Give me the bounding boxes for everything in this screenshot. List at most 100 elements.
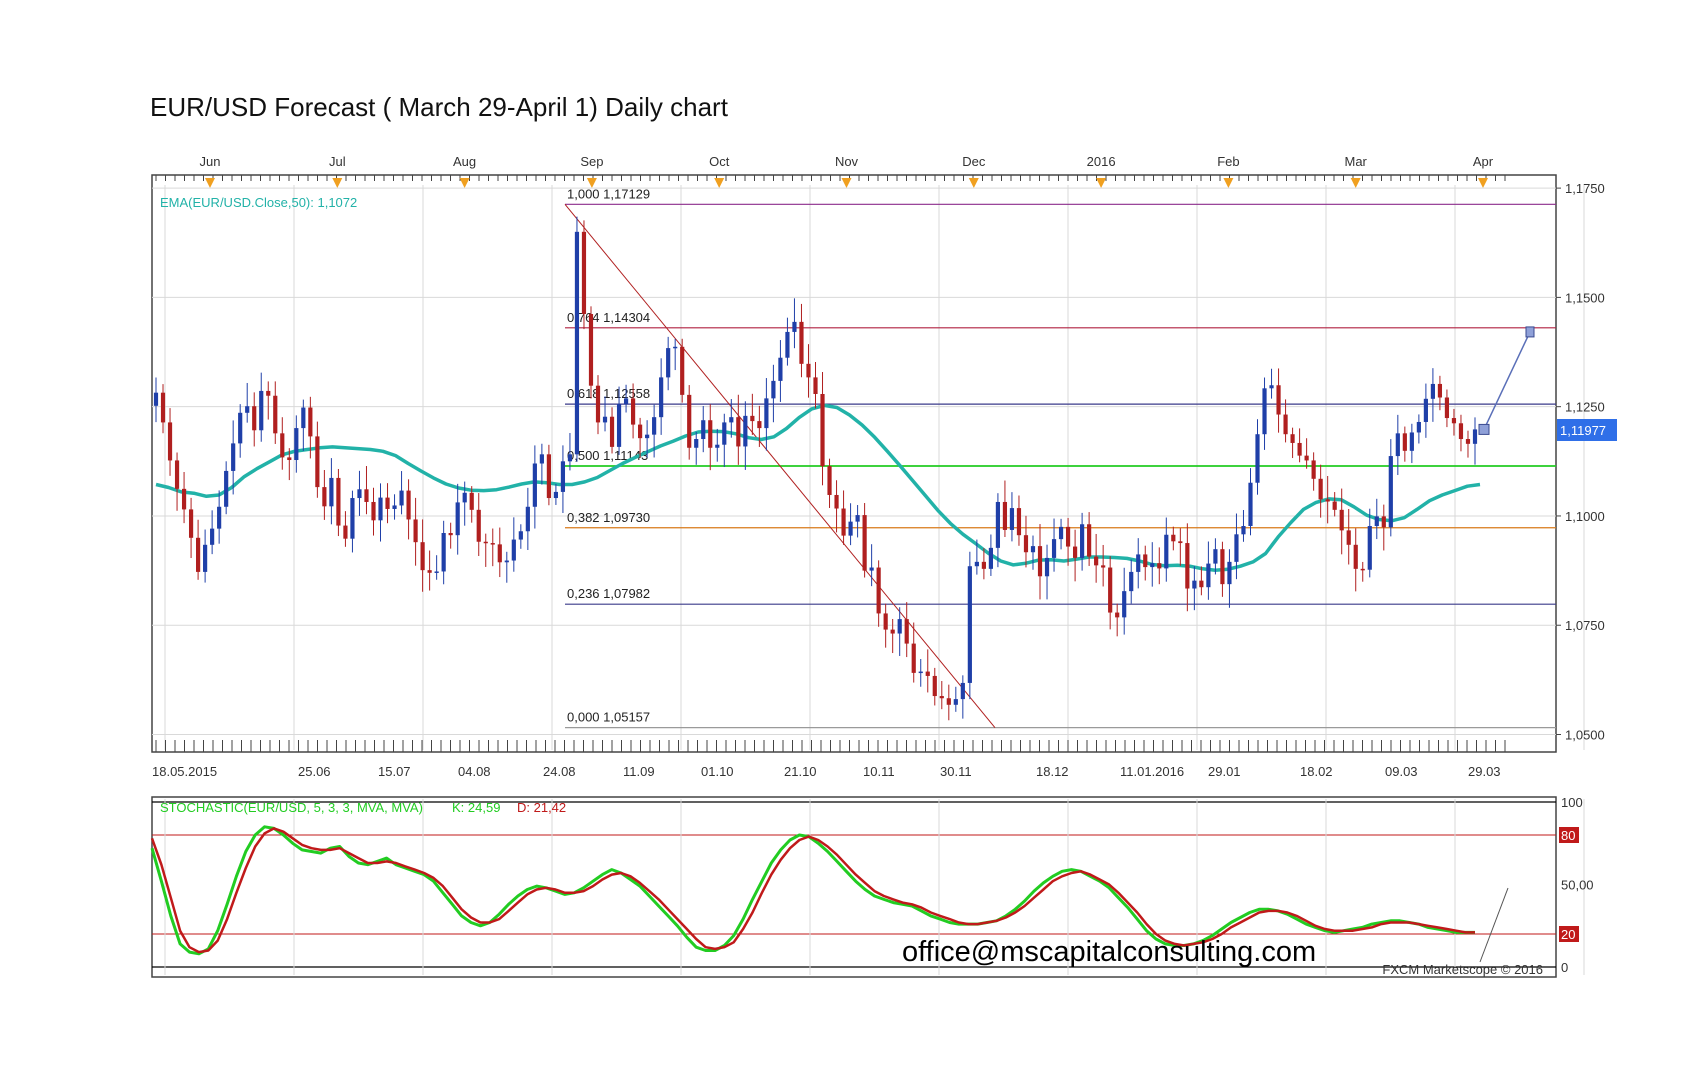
month-label: Jul [329,154,346,169]
price-tick-label: 1,1250 [1565,400,1605,415]
candle-body-up [1213,549,1218,564]
price-axis: 1,1750 1,1500 1,1250 1,1000 1,0750 1,0500 [1556,181,1605,743]
date-tick-label: 04.08 [458,764,491,779]
candle-body-up [918,671,923,674]
candle-body-up [350,498,355,539]
month-label: 2016 [1087,154,1116,169]
month-marker-triangle [1096,178,1107,188]
candle-body-up [1150,563,1155,568]
candle-body-up [1262,388,1267,435]
candle-body-up [645,434,650,439]
candle-body-down [469,492,474,510]
candle-body-down [1346,530,1351,545]
candle-body-down [1115,612,1120,618]
chart-canvas: Jun Jul Aug Sep Oct Nov Dec 2016 Feb Mar Apr 1,000… [150,154,1617,978]
date-tick-label: 15.07 [378,764,411,779]
candle-body-up [392,505,397,509]
forecast-end-marker [1525,326,1535,338]
candle-body-down [862,515,867,571]
ema-line [155,403,1481,572]
candle-body-down [1339,509,1344,531]
candle-body-up [532,463,537,507]
candle-body-up [1206,563,1211,588]
candle-body-up [294,428,299,461]
stoch-tick-label: 100 [1561,795,1583,810]
candle-body-up [231,443,236,471]
candle-body-up [771,380,776,399]
candle-body-down [638,424,643,439]
candle-body-up [652,417,657,435]
candle-body-up [217,506,222,529]
candle-body-down [371,501,376,521]
candle-body-down [630,398,636,425]
ema-line-group [155,403,1481,572]
candle-body-down [476,509,481,542]
candle-body-down [708,420,713,448]
candle-body-up [1192,580,1197,589]
candle-body-down [595,385,601,423]
fib-level-label: 0,382 1,09730 [567,510,650,525]
candle-body-down [266,390,271,396]
candle-body-up [455,502,460,536]
candle-body-down [841,508,846,536]
candle-body-up [1122,591,1127,618]
date-tick-label: 25.06 [298,764,331,779]
month-label: Aug [453,154,476,169]
candle-body-down [876,567,881,614]
candle-body-up [1241,526,1246,535]
candle-body-down [1444,397,1450,419]
candle-body-down [946,698,951,705]
candle-body-up [967,566,972,683]
candle-body-down [813,377,818,394]
candle-body-up [1395,433,1400,457]
candle-body-up [659,377,664,418]
month-marker-triangle [332,178,343,188]
price-tick-label: 1,0500 [1565,728,1605,743]
candle-body-up [210,528,215,545]
month-marker-triangle [714,178,725,188]
month-label: Jun [200,154,221,169]
candle-body-down [546,454,551,499]
candle-body-down [609,416,615,447]
candle-body-down [1290,434,1295,443]
candle-body-up [1044,557,1050,577]
candle-body-up [1227,561,1232,585]
month-marker-triangle [205,178,215,188]
candle-body-down [160,392,166,423]
candle-body-up [1416,421,1421,433]
candle-body-down [181,488,187,510]
month-label: Feb [1217,154,1239,169]
candle-body-up [259,390,264,431]
month-marker-triangle [1350,178,1361,188]
candle-body-down [364,489,369,502]
candle-body-down [343,525,348,539]
candle-body-up [778,357,783,381]
candle-body-up [666,348,671,378]
candle-body-up [399,490,404,506]
candle-body-up [953,699,958,705]
candle-body-down [287,457,292,461]
candle-body-down [1037,546,1043,577]
candle-body-up [1136,554,1141,572]
copyright-label: FXCM Marketscope © 2016 [1382,962,1543,977]
candle-body-down [1297,442,1302,456]
candle-body-down [827,466,832,495]
candle-body-down [483,541,488,544]
stochastic-d-label: D: 21,42 [517,800,566,815]
month-marker-triangle [1478,178,1488,188]
date-tick-label: 21.10 [784,764,817,779]
candle-body-down [834,494,839,509]
candle-body-down [932,675,937,697]
stochastic-k-label: K: 24,59 [452,800,500,815]
candle-body-down [1332,501,1337,510]
candle-body-down [939,696,944,699]
date-tick-label: 18.02 [1300,764,1333,779]
candle-body-down [1002,501,1008,530]
date-tick-label: 09.03 [1385,764,1418,779]
candle-body-down [1185,543,1190,589]
candle-body-up [1129,571,1134,592]
candle-body-down [1157,563,1162,569]
stochastic-oscillator: 100 80 50,00 20 0 [150,795,1594,975]
candle-body-down [1437,383,1443,398]
forecast-line [1483,331,1531,430]
